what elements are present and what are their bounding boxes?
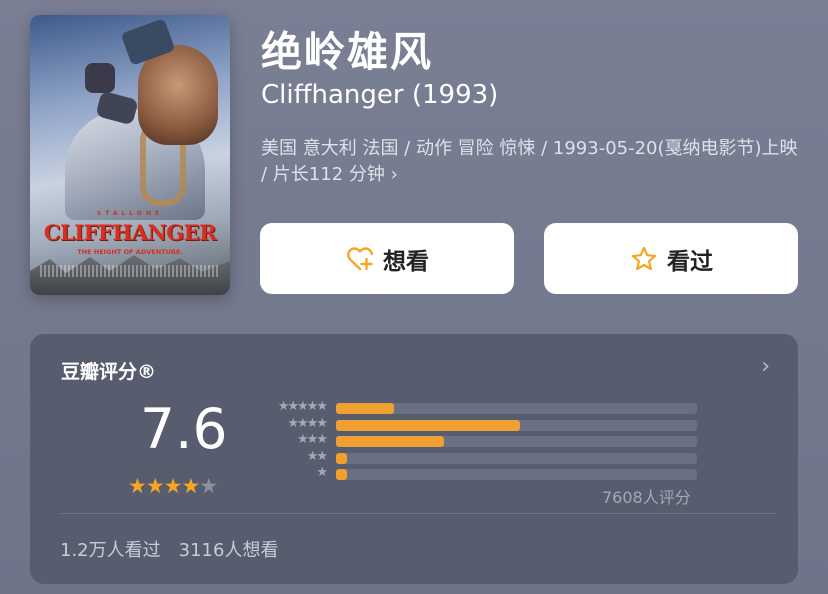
want-to-watch-button[interactable]: 想看 — [260, 223, 514, 294]
poster-title: CLIFFHANGER — [43, 220, 217, 245]
chevron-right-icon: › — [390, 164, 398, 185]
star-filled-icon: ★ — [128, 474, 147, 498]
movie-title-cn: 绝岭雄风 — [261, 28, 433, 76]
rating-bar-fill — [336, 436, 445, 447]
poster-credits — [40, 265, 220, 277]
star-filled-icon: ★ — [181, 474, 200, 498]
star-filled-icon: ★ — [163, 474, 183, 498]
movie-meta[interactable]: 美国 意大利 法国 / 动作 冒险 惊悚 / 1993-05-20(戛纳电影节)… — [261, 136, 801, 188]
star-level-label: ★★★★★ — [277, 399, 328, 414]
watch-stats: 1.2万人看过 3116人想看 — [60, 536, 278, 562]
movie-title-en: Cliffhanger (1993) — [261, 80, 499, 110]
want-to-watch-label: 想看 — [383, 248, 429, 275]
star-level-label: ★ — [316, 465, 328, 480]
want-count: 3116人想看 — [178, 540, 279, 561]
star-filled-icon: ★ — [145, 474, 165, 498]
divider — [60, 513, 776, 514]
star-level-label: ★★ — [306, 448, 328, 464]
watched-label: 看过 — [667, 248, 713, 275]
chevron-right-icon[interactable]: › — [761, 354, 770, 379]
rating-panel[interactable]: 豆瓣评分® › 7.6 ★★★★★ ★★★★★ ★★★★ ★★★ ★★ ★ 76… — [30, 334, 798, 584]
star-level-label: ★★★ — [297, 432, 328, 447]
heart-plus-icon — [345, 244, 375, 274]
poster-tagline: THE HEIGHT OF ADVENTURE. — [77, 248, 183, 256]
star-empty-icon: ★ — [199, 474, 218, 498]
rating-row-1: ★ — [256, 465, 706, 484]
poster-top-text: STALLONE — [96, 210, 164, 217]
rating-bar-track — [336, 436, 697, 447]
movie-meta-text: 美国 意大利 法国 / 动作 冒险 惊悚 / 1993-05-20(戛纳电影节)… — [261, 138, 798, 185]
watched-button[interactable]: 看过 — [544, 223, 798, 294]
rating-bar-fill — [336, 419, 521, 431]
poster-figure-head — [138, 45, 218, 145]
rating-bar-track — [336, 419, 697, 431]
rating-count: 7608人评分 — [602, 488, 691, 507]
rating-bar-track — [336, 452, 697, 464]
poster-climber — [85, 63, 115, 93]
rating-score: 7.6 — [140, 397, 228, 461]
rating-stars: ★★★★★ — [128, 474, 218, 498]
rating-title: 豆瓣评分® — [61, 361, 157, 383]
movie-poster[interactable]: STALLONE CLIFFHANGER THE HEIGHT OF ADVEN… — [30, 15, 230, 295]
star-outline-icon — [629, 244, 659, 274]
rating-bar-track — [336, 469, 697, 480]
watched-count: 1.2万人看过 — [60, 540, 161, 561]
rating-distribution: ★★★★★ ★★★★ ★★★ ★★ ★ — [256, 399, 706, 484]
rating-bar-fill — [336, 403, 394, 414]
star-level-label: ★★★★ — [287, 415, 328, 431]
rating-bar-track — [336, 403, 697, 414]
rating-bar-fill — [336, 452, 347, 464]
rating-bar-fill — [336, 469, 347, 480]
